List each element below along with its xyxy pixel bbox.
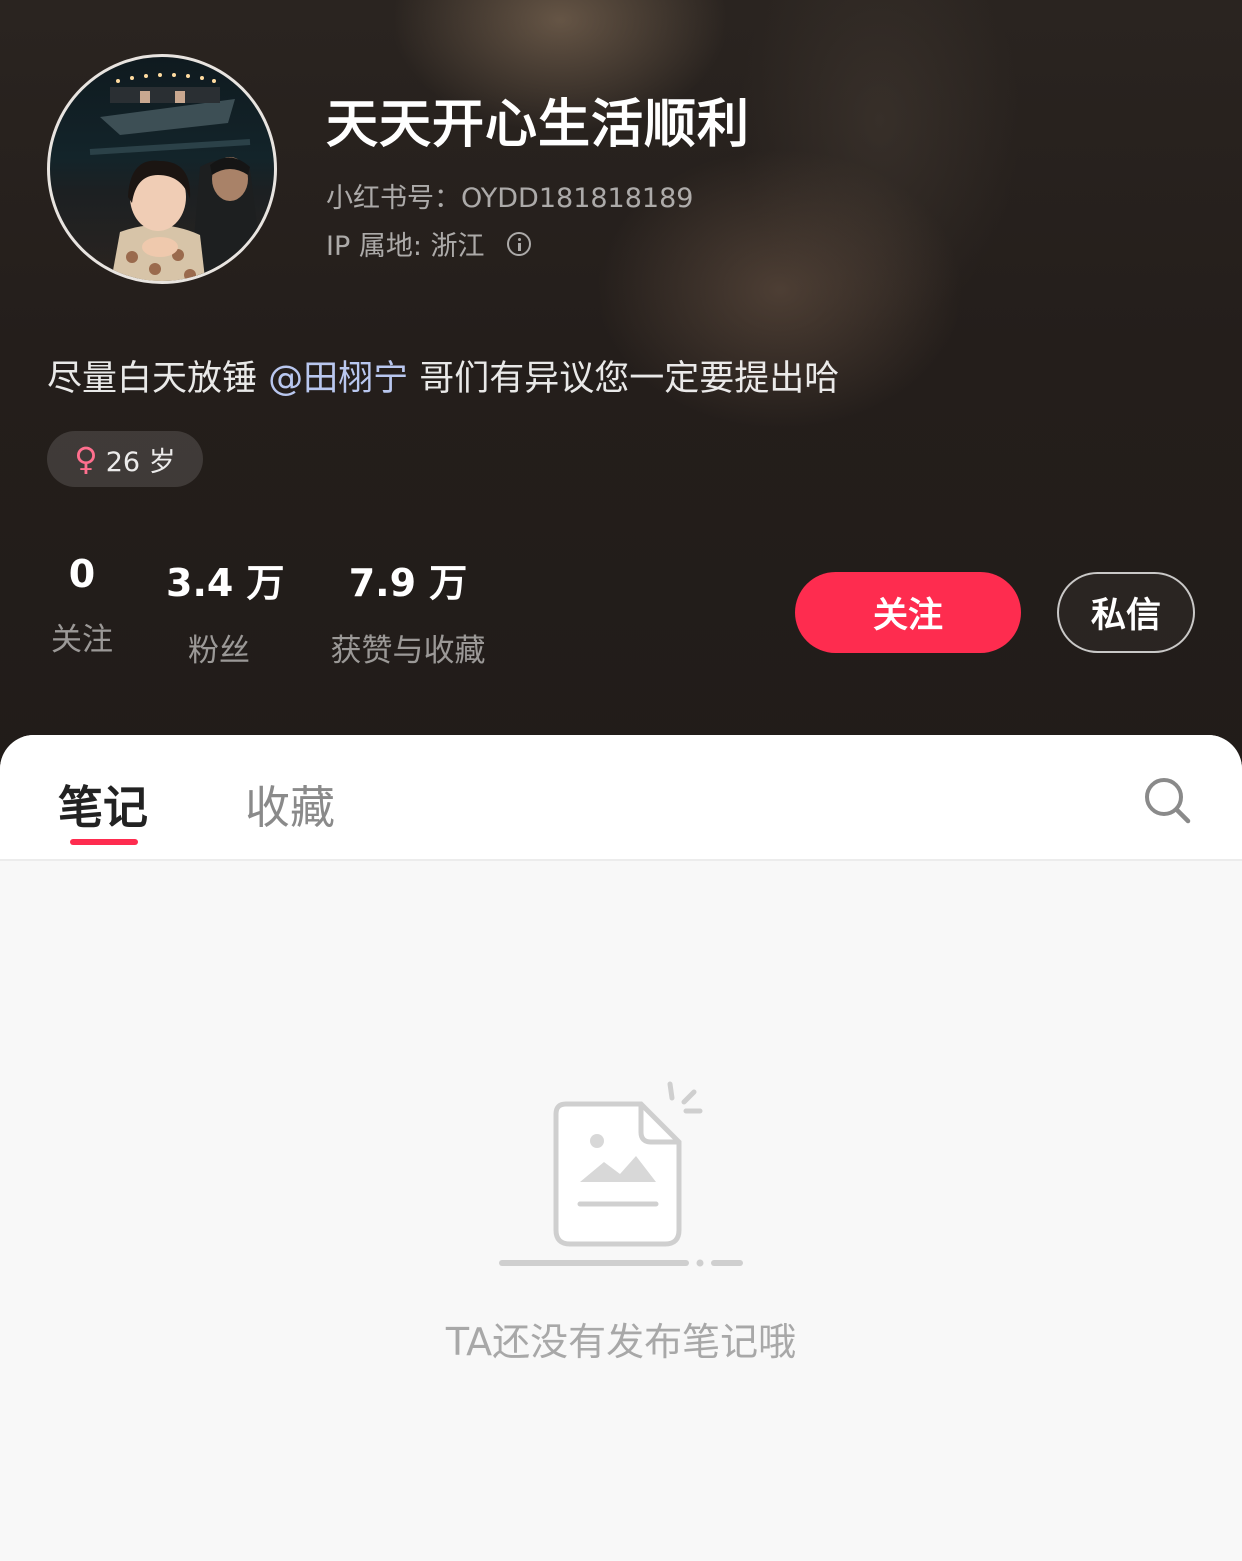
stat-label: 关注 [51,622,113,658]
notes-panel: 笔记 收藏 TA还没有发布笔记哦 [0,735,1242,1561]
follow-button[interactable]: 关注 [795,572,1021,653]
ip-location: IP 属地: 浙江 [326,224,531,263]
stat-value: 3.4 万 [166,561,285,605]
search-icon[interactable] [1142,775,1192,825]
bio-mention-link[interactable]: @田栩宁 [268,359,408,399]
tab-bar: 笔记 收藏 [0,735,1242,861]
stat-label: 获赞与收藏 [330,633,486,669]
avatar-image [89,73,265,281]
tab-notes[interactable]: 笔记 [58,771,148,836]
bio: 尽量白天放锤 @田栩宁 哥们有异议您一定要提出哈 [47,350,839,401]
empty-note-icon [499,1081,743,1267]
message-button[interactable]: 私信 [1057,572,1195,653]
female-icon: ♀ [74,440,98,478]
profile-header: 天天开心生活顺利 小红书号：OYDD181818189 IP 属地: 浙江 尽量… [0,0,1242,780]
nickname: 天天开心生活顺利 [326,95,751,155]
user-id: 小红书号：OYDD181818189 [326,183,694,214]
info-icon[interactable] [506,231,531,256]
stat-following[interactable]: 0 关注 [47,552,117,659]
stat-value: 0 [68,552,96,596]
stat-value: 7.9 万 [348,561,468,605]
stat-label: 粉丝 [188,633,250,669]
ip-location-text: IP 属地: 浙江 [326,231,485,262]
stat-followers[interactable]: 3.4 万 粉丝 [166,552,285,670]
bio-text: 尽量白天放锤 [47,359,269,399]
tab-favorites[interactable]: 收藏 [245,771,335,836]
stat-likes-collections[interactable]: 7.9 万 获赞与收藏 [322,552,494,670]
tab-active-indicator [70,839,138,845]
avatar[interactable] [47,54,277,284]
age-tag: ♀ 26 岁 [47,431,203,487]
empty-state-text: TA还没有发布笔记哦 [445,1320,797,1364]
age-label: 26 岁 [105,446,176,478]
bio-text-rest: 哥们有异议您一定要提出哈 [408,359,840,399]
